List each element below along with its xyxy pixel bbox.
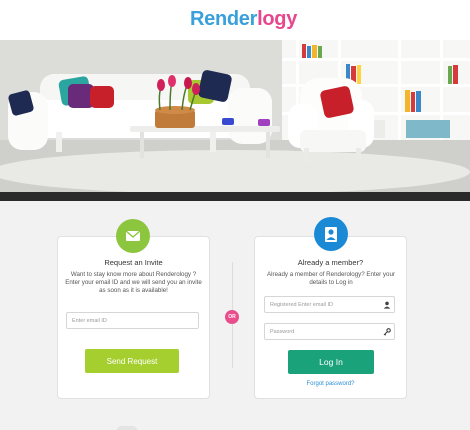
forgot-password-link[interactable]: Forgot password? — [254, 381, 407, 387]
bottom-partial-element — [116, 426, 138, 430]
member-icon-badge — [314, 217, 348, 251]
brand-logo[interactable]: Renderlogy — [190, 8, 297, 31]
key-icon — [380, 324, 394, 339]
login-email-placeholder: Registered Enter email ID — [270, 301, 333, 308]
request-title: Request an Invite — [104, 258, 163, 267]
invite-email-placeholder: Enter email ID — [72, 317, 107, 324]
top-header: Renderlogy — [0, 0, 470, 40]
request-description: Want to stay know more about Renderology… — [65, 271, 202, 294]
hero-bottom-strip — [0, 192, 470, 201]
or-badge: OR — [225, 310, 239, 324]
login-description: Already a member of Renderology? Enter y… — [267, 271, 395, 286]
envelope-icon — [125, 230, 141, 241]
invite-email-input[interactable]: Enter email ID — [66, 312, 199, 329]
login-email-input[interactable]: Registered Enter email ID — [264, 296, 395, 313]
password-placeholder: Password — [270, 328, 295, 335]
hero-image — [0, 40, 470, 192]
person-icon — [380, 297, 394, 312]
user-icon — [325, 227, 337, 242]
login-button[interactable]: Log In — [288, 350, 374, 374]
login-title: Already a member? — [297, 258, 364, 267]
request-icon-badge — [116, 219, 150, 253]
send-request-button[interactable]: Send Request — [85, 349, 179, 373]
password-input[interactable]: Password — [264, 323, 395, 340]
